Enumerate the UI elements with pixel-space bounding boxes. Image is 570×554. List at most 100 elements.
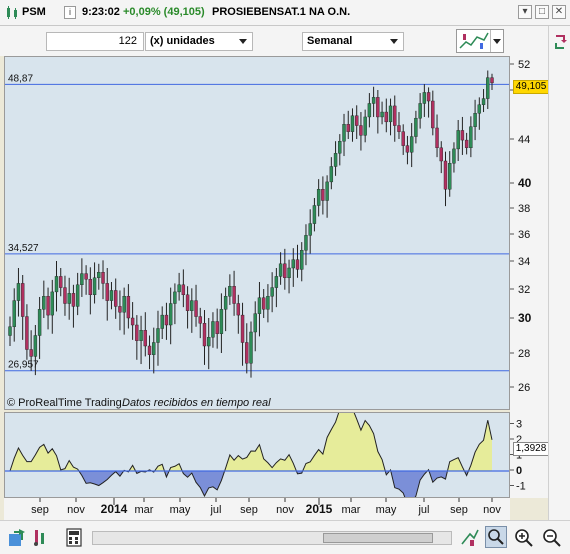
candle-body bbox=[118, 306, 122, 313]
candle-body bbox=[101, 271, 105, 284]
calculator-icon[interactable] bbox=[66, 528, 84, 548]
candle-body bbox=[397, 125, 401, 132]
minimize-button[interactable]: ▾ bbox=[518, 5, 532, 19]
candle-body bbox=[448, 162, 452, 190]
y-tick-label: 52 bbox=[518, 59, 530, 71]
scrollbar-thumb[interactable] bbox=[323, 533, 433, 543]
instrument-symbol: PSM bbox=[22, 6, 46, 18]
candle-body bbox=[312, 205, 317, 224]
candle-body bbox=[97, 271, 101, 278]
refresh-button[interactable] bbox=[552, 32, 568, 52]
chart-tools-button[interactable] bbox=[456, 29, 504, 53]
x-tick-label: mar bbox=[135, 504, 154, 516]
refresh-icon bbox=[555, 35, 567, 49]
candle-body bbox=[469, 126, 473, 148]
candle-body bbox=[355, 115, 359, 126]
x-tick-label: nov bbox=[276, 504, 294, 516]
candle-body bbox=[59, 276, 63, 288]
candle-body bbox=[240, 314, 245, 343]
candle-body bbox=[198, 316, 202, 324]
candle-body bbox=[181, 284, 186, 296]
candlestick-icon bbox=[7, 6, 17, 19]
candle-body bbox=[12, 300, 16, 327]
candle-body bbox=[105, 283, 109, 301]
candle-body bbox=[92, 277, 97, 296]
chart-scrollbar[interactable] bbox=[92, 531, 452, 545]
candle-body bbox=[236, 303, 241, 316]
candle-body bbox=[409, 136, 414, 153]
candle-body bbox=[219, 309, 224, 334]
candle-body bbox=[143, 330, 147, 347]
units-select[interactable]: (x) unidades bbox=[145, 32, 253, 51]
x-tick-label: jul bbox=[417, 504, 429, 516]
candle-body bbox=[333, 153, 338, 167]
candle-body bbox=[321, 189, 325, 201]
candle-body bbox=[88, 278, 93, 295]
x-tick-label: nov bbox=[483, 504, 501, 516]
candle-body bbox=[270, 287, 274, 297]
candle-body bbox=[283, 263, 287, 279]
price-chart-plot[interactable]: 48,87 34,527 26,957 bbox=[5, 57, 509, 409]
y-tick-label: 34 bbox=[518, 256, 530, 268]
close-button[interactable]: ✕ bbox=[552, 5, 566, 19]
candle-body bbox=[464, 139, 469, 148]
candle-body bbox=[185, 294, 190, 311]
candle-body bbox=[460, 130, 465, 141]
candle-body bbox=[164, 314, 169, 326]
x-tick-label: 2014 bbox=[101, 502, 128, 516]
indicator-value-label: 1,3928 bbox=[515, 443, 547, 454]
maximize-button[interactable]: □ bbox=[535, 5, 549, 19]
candle-body bbox=[207, 337, 211, 347]
price-change: +0,09% (49,105) bbox=[123, 6, 205, 18]
candle-body bbox=[190, 300, 194, 311]
zoom-out-icon[interactable] bbox=[542, 528, 562, 548]
toolbar: 122 (x) unidades Semanal bbox=[0, 26, 570, 56]
candle-body bbox=[287, 267, 291, 279]
candle-body bbox=[20, 283, 25, 317]
info-icon[interactable]: i bbox=[64, 6, 76, 19]
indicator-chart-plot[interactable] bbox=[5, 413, 509, 497]
y-tick-label: 30 bbox=[518, 311, 532, 325]
candle-body bbox=[46, 296, 50, 316]
zoom-in-icon[interactable] bbox=[514, 528, 534, 548]
candle-body bbox=[130, 317, 135, 326]
candle-body bbox=[300, 249, 304, 270]
candle-body bbox=[316, 189, 321, 206]
price-chart[interactable]: 48,87 34,527 26,957 © ProRealTime Trading … bbox=[4, 56, 510, 410]
x-tick-label: may bbox=[170, 504, 191, 516]
candle-body bbox=[228, 285, 232, 297]
period-select[interactable]: Semanal bbox=[302, 32, 404, 51]
candle-body bbox=[456, 130, 460, 150]
units-input[interactable]: 122 bbox=[46, 32, 144, 51]
candle-body bbox=[426, 92, 431, 102]
candle-body bbox=[367, 103, 372, 118]
y-tick-label: 38 bbox=[518, 203, 530, 215]
draw-tools-icon[interactable] bbox=[460, 528, 480, 548]
candle-body bbox=[435, 127, 439, 148]
candle-body bbox=[380, 111, 384, 118]
title-bar: PSM i 9:23:02 +0,09% (49,105) PROSIEBENS… bbox=[0, 0, 570, 26]
candle-body bbox=[126, 296, 131, 319]
y-tick-label: 26 bbox=[518, 382, 530, 394]
candle-body bbox=[376, 97, 380, 118]
candle-body bbox=[211, 321, 215, 338]
indicator-tick-label: 3 bbox=[516, 419, 522, 431]
indicator-tick-label: -1 bbox=[516, 481, 526, 493]
candle-body bbox=[278, 263, 283, 277]
zoom-fit-icon[interactable] bbox=[485, 526, 507, 548]
x-axis-labels: sep nov 2014 mar may jul sep nov 2015 mar may jul se… bbox=[31, 498, 501, 516]
candle-body bbox=[443, 160, 448, 190]
candle-body bbox=[388, 105, 393, 123]
chart-link-icon[interactable] bbox=[8, 528, 30, 548]
level-line-label: 34,527 bbox=[8, 243, 39, 254]
candle-body bbox=[346, 124, 350, 132]
indicators-icon[interactable] bbox=[32, 528, 54, 548]
current-price-badge: 49,105 bbox=[513, 80, 549, 94]
units-value: 122 bbox=[118, 35, 137, 47]
y-tick-label: 32 bbox=[518, 284, 530, 296]
candle-body bbox=[54, 276, 59, 293]
candle-body bbox=[71, 293, 76, 307]
candle-body bbox=[42, 296, 46, 310]
candle-body bbox=[261, 297, 266, 310]
indicator-chart[interactable] bbox=[4, 412, 510, 498]
